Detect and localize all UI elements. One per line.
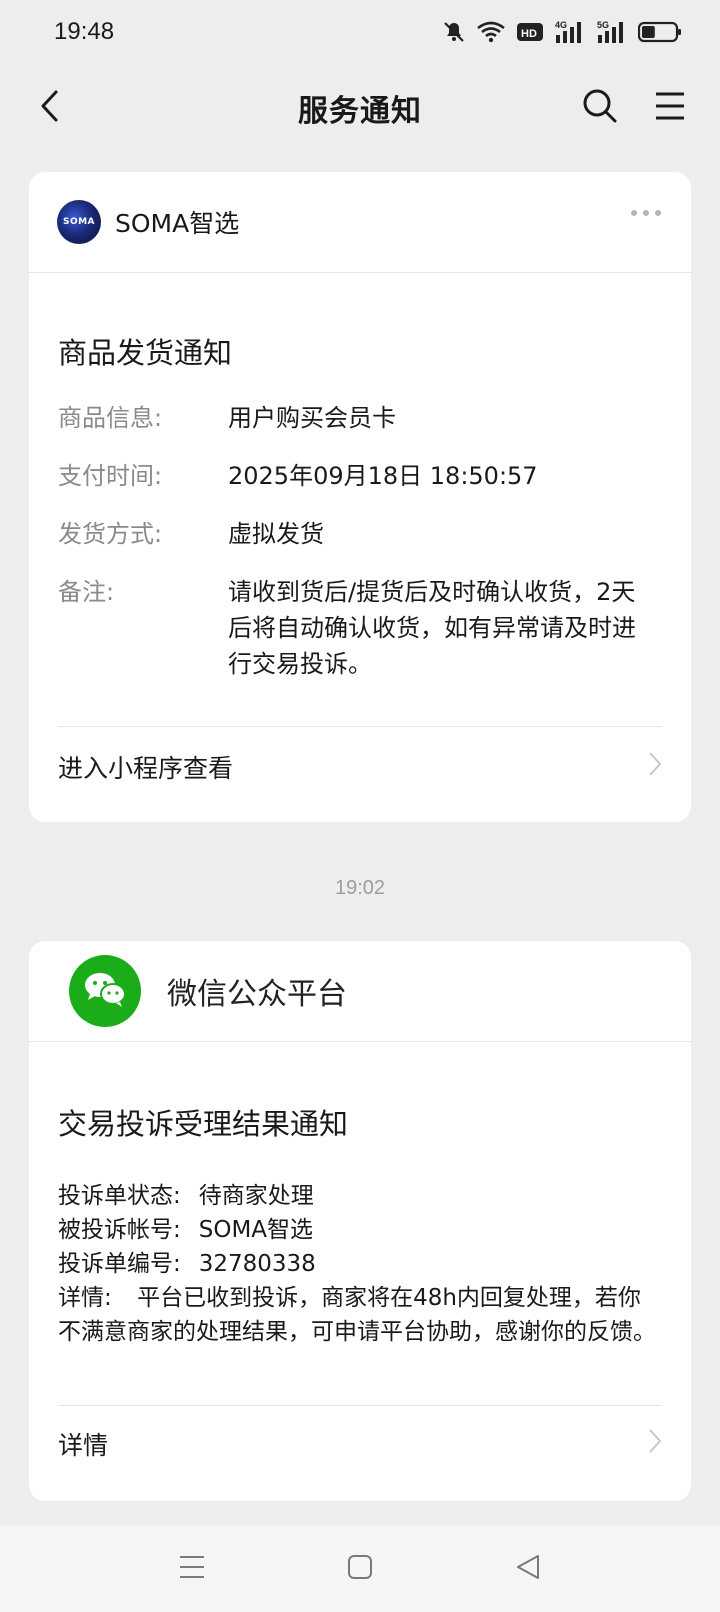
notification-title: 交易投诉受理结果通知 xyxy=(58,1107,349,1141)
open-miniprogram-link[interactable]: 进入小程序查看 xyxy=(58,744,662,790)
system-nav-bar xyxy=(0,1526,720,1612)
divider xyxy=(58,726,662,727)
detail-label: 详情: xyxy=(58,1285,112,1311)
menu-button[interactable] xyxy=(646,84,694,132)
detail-value: SOMA智选 xyxy=(198,1217,314,1243)
complaint-details: 投诉单状态: 待商家处理 被投诉帐号: SOMA智选 投诉单编号: 327803… xyxy=(58,1179,658,1349)
message-card-shipping[interactable]: SOMA SOMA智选 商品发货通知 商品信息: 用户购买会员卡 支付时间: 2… xyxy=(29,172,691,822)
message-timestamp: 19:02 xyxy=(334,877,386,899)
mute-bell-icon xyxy=(442,20,466,44)
hd-icon: HD xyxy=(516,21,544,43)
avatar[interactable]: SOMA xyxy=(57,200,101,244)
4g-label: 4G xyxy=(555,20,567,30)
back-triangle-icon xyxy=(514,1553,542,1585)
sender-name[interactable]: 微信公众平台 xyxy=(167,969,347,1013)
card-header: SOMA SOMA智选 xyxy=(29,172,691,273)
home-square-icon xyxy=(346,1553,374,1585)
info-value: 用户购买会员卡 xyxy=(228,404,396,432)
message-card-complaint[interactable]: 微信公众平台 交易投诉受理结果通知 投诉单状态: 待商家处理 被投诉帐号: SO… xyxy=(29,941,691,1501)
search-button[interactable] xyxy=(576,84,624,132)
status-bar: 19:48 HD 4G 5G xyxy=(0,0,720,64)
4g-signal-icon: 4G xyxy=(554,19,586,45)
wechat-logo-icon xyxy=(82,969,128,1013)
detail-row-status: 投诉单状态: 待商家处理 xyxy=(58,1179,658,1213)
detail-value: 32780338 xyxy=(198,1251,316,1277)
detail-value: 待商家处理 xyxy=(198,1183,314,1209)
notification-title: 商品发货通知 xyxy=(58,336,233,370)
avatar[interactable] xyxy=(69,955,141,1027)
detail-value: 平台已收到投诉，商家将在48h内回复处理，若你不满意商家的处理结果，可申请平台协… xyxy=(58,1285,656,1345)
detail-row-description: 详情: 平台已收到投诉，商家将在48h内回复处理，若你不满意商家的处理结果，可申… xyxy=(58,1281,658,1349)
info-label: 发货方式: xyxy=(58,520,163,548)
divider xyxy=(58,1405,662,1406)
chevron-left-icon xyxy=(38,89,62,127)
status-time: 19:48 xyxy=(54,18,115,45)
home-button[interactable] xyxy=(340,1549,380,1589)
menu-lines-icon xyxy=(178,1554,206,1584)
chevron-right-icon xyxy=(648,751,662,783)
detail-label: 投诉单状态: xyxy=(58,1183,181,1209)
recent-apps-button[interactable] xyxy=(172,1549,212,1589)
details-link[interactable]: 详情 xyxy=(58,1421,662,1467)
wifi-icon xyxy=(476,20,506,44)
menu-icon xyxy=(653,91,687,125)
info-row-pay-time: 支付时间: 2025年09月18日 18:50:57 xyxy=(58,458,648,494)
info-value: 请收到货后/提货后及时确认收货，2天后将自动确认收货，如有异常请及时进行交易投诉… xyxy=(228,578,636,678)
detail-row-account: 被投诉帐号: SOMA智选 xyxy=(58,1213,658,1247)
chevron-right-icon xyxy=(648,1428,662,1460)
detail-label: 投诉单编号: xyxy=(58,1251,181,1277)
page-title: 服务通知 xyxy=(298,94,422,129)
hd-label: HD xyxy=(521,28,537,40)
avatar-text: SOMA xyxy=(62,217,96,227)
5g-signal-icon: 5G xyxy=(596,19,628,45)
back-nav-button[interactable] xyxy=(508,1549,548,1589)
detail-row-number: 投诉单编号: 32780338 xyxy=(58,1247,658,1281)
card-header: 微信公众平台 xyxy=(29,941,691,1042)
info-row-shipping-method: 发货方式: 虚拟发货 xyxy=(58,516,648,552)
5g-label: 5G xyxy=(597,20,609,30)
more-icon[interactable] xyxy=(631,210,661,216)
info-row-remark: 备注: 请收到货后/提货后及时确认收货，2天后将自动确认收货，如有异常请及时进行… xyxy=(58,574,638,682)
sender-name[interactable]: SOMA智选 xyxy=(115,204,239,240)
info-value: 2025年09月18日 18:50:57 xyxy=(228,462,538,490)
search-icon xyxy=(582,88,618,128)
info-row-product: 商品信息: 用户购买会员卡 xyxy=(58,400,648,436)
info-label: 支付时间: xyxy=(58,462,163,490)
link-label: 详情 xyxy=(58,1431,109,1460)
back-button[interactable] xyxy=(26,84,74,132)
link-label: 进入小程序查看 xyxy=(58,754,234,783)
info-value: 虚拟发货 xyxy=(228,520,324,548)
status-icons: HD 4G 5G xyxy=(442,19,682,45)
detail-label: 被投诉帐号: xyxy=(58,1217,181,1243)
nav-bar: 服务通知 xyxy=(0,64,720,152)
info-label: 商品信息: xyxy=(58,404,163,432)
battery-icon xyxy=(638,20,682,44)
info-label: 备注: xyxy=(58,578,115,606)
